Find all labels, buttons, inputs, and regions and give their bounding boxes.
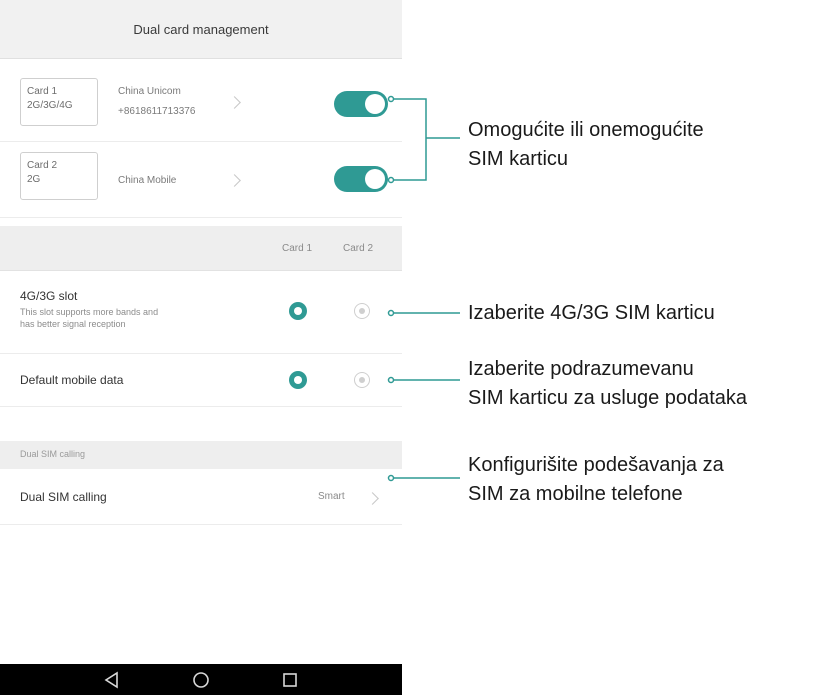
toggle-bracket-line [392, 98, 427, 181]
callout-default-data: Izaberite podrazumevanu SIM karticu za u… [468, 355, 747, 413]
callout-calling-line2: SIM za mobilne telefone [468, 483, 683, 505]
callout-calling: Konfigurišite podešavanja za SIM za mobi… [468, 451, 724, 509]
callout-dot [387, 309, 395, 317]
callout-dot [387, 176, 395, 184]
callout-enable-sim-line2: SIM karticu [468, 148, 569, 170]
callout-default-data-line2: SIM karticu za usluge podataka [468, 387, 748, 409]
callout-dot [387, 474, 395, 482]
callout-select-4g-line1: Izaberite 4G/3G SIM karticu [468, 302, 715, 324]
callout-default-data-line1: Izaberite podrazumevanu [468, 358, 694, 380]
callout-enable-sim-line1: Omogućite ili onemogućite [468, 119, 704, 141]
callout-lines [387, 95, 460, 482]
callout-select-4g: Izaberite 4G/3G SIM karticu [468, 299, 715, 328]
callout-dot [387, 376, 395, 384]
callout-calling-line1: Konfigurišite podešavanja za [468, 454, 724, 476]
callout-dot [387, 95, 395, 103]
callout-enable-sim: Omogućite ili onemogućite SIM karticu [468, 116, 704, 174]
